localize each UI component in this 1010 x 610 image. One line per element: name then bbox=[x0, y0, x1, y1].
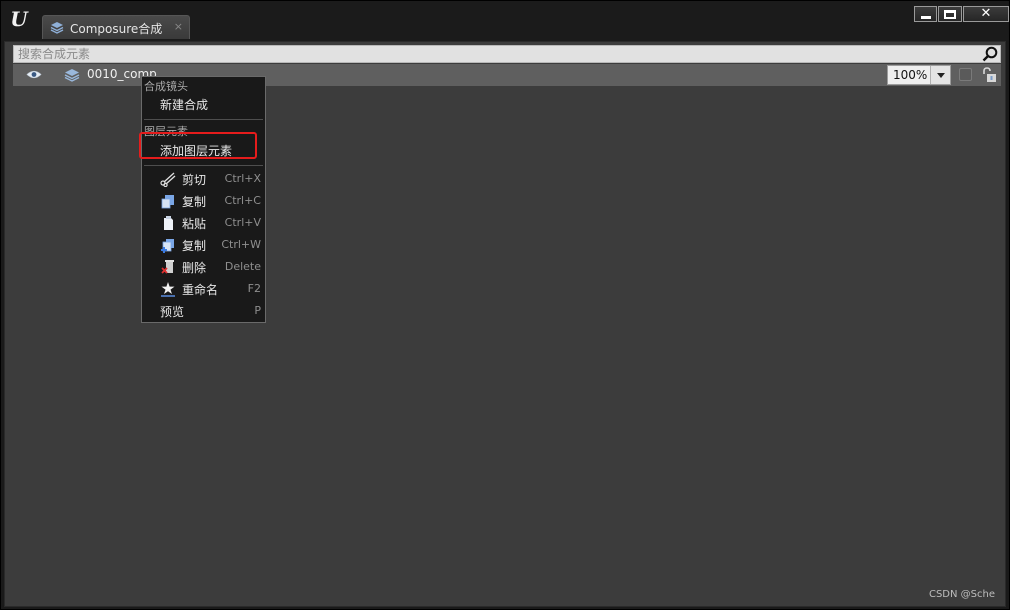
menu-item-shortcut: Ctrl+X bbox=[224, 172, 261, 185]
search-input[interactable] bbox=[18, 46, 978, 62]
zoom-value: 100% bbox=[893, 68, 928, 82]
menu-section-shot: 合成镜头 bbox=[144, 80, 188, 93]
menu-divider bbox=[144, 165, 263, 166]
menu-item-new-comp[interactable]: 新建合成 bbox=[142, 93, 265, 115]
tab-close-icon[interactable]: × bbox=[174, 20, 183, 33]
menu-item-shortcut: F2 bbox=[247, 282, 261, 295]
menu-item-preview[interactable]: 预览 P bbox=[142, 300, 265, 322]
chevron-down-icon[interactable] bbox=[930, 66, 950, 84]
minimize-icon bbox=[920, 15, 931, 19]
menu-item-duplicate[interactable]: 复制 Ctrl+W bbox=[142, 234, 265, 256]
highlight-box bbox=[139, 132, 257, 159]
menu-item-label: 复制 bbox=[182, 239, 207, 253]
menu-item-label: 复制 bbox=[182, 195, 207, 209]
menu-item-shortcut: Ctrl+V bbox=[224, 216, 261, 229]
title-bar[interactable]: U Composure合成 × ✕ bbox=[1, 1, 1009, 41]
unlock-icon[interactable] bbox=[981, 67, 997, 83]
watermark: CSDN @Sche bbox=[928, 589, 995, 600]
menu-item-cut[interactable]: 剪切 Ctrl+X bbox=[142, 168, 265, 190]
search-icon[interactable] bbox=[982, 46, 998, 62]
maximize-button[interactable] bbox=[938, 6, 962, 22]
menu-item-label: 新建合成 bbox=[160, 98, 209, 112]
menu-item-label: 预览 bbox=[160, 305, 185, 319]
enable-checkbox[interactable] bbox=[959, 68, 972, 81]
zoom-dropdown[interactable]: 100% bbox=[887, 65, 951, 85]
context-menu: 合成镜头 新建合成 图层元素 添加图层元素 剪切 Ctrl+X 复制 Ctrl+… bbox=[141, 76, 266, 323]
tab-composure[interactable]: Composure合成 × bbox=[42, 15, 190, 39]
close-icon: ✕ bbox=[980, 6, 992, 21]
layers-icon bbox=[64, 69, 80, 82]
menu-item-shortcut: Ctrl+C bbox=[224, 194, 261, 207]
layers-icon bbox=[50, 22, 64, 34]
menu-item-label: 粘贴 bbox=[182, 217, 207, 231]
menu-divider bbox=[144, 119, 263, 120]
menu-item-shortcut: P bbox=[254, 304, 261, 317]
delete-icon bbox=[161, 260, 174, 274]
minimize-button[interactable] bbox=[914, 6, 937, 22]
menu-item-delete[interactable]: 删除 Delete bbox=[142, 256, 265, 278]
unreal-logo-icon: U bbox=[10, 7, 28, 31]
paste-icon bbox=[164, 216, 173, 230]
menu-item-copy[interactable]: 复制 Ctrl+C bbox=[142, 190, 265, 212]
menu-item-rename[interactable]: 重命名 F2 bbox=[142, 278, 265, 300]
menu-item-label: 删除 bbox=[182, 261, 207, 275]
rename-icon bbox=[161, 282, 175, 297]
composure-window: U Composure合成 × ✕ 搜索合成元素 0010_comp 100% … bbox=[0, 0, 1010, 610]
copy-icon bbox=[161, 195, 174, 209]
menu-item-shortcut: Ctrl+W bbox=[221, 238, 261, 251]
close-window-button[interactable]: ✕ bbox=[963, 6, 1009, 22]
maximize-icon bbox=[944, 9, 956, 19]
menu-item-shortcut: Delete bbox=[224, 260, 261, 273]
menu-item-label: 剪切 bbox=[182, 173, 207, 187]
tab-title: Composure合成 bbox=[70, 22, 163, 36]
menu-item-paste[interactable]: 粘贴 Ctrl+V bbox=[142, 212, 265, 234]
duplicate-icon bbox=[161, 239, 174, 253]
window-controls: ✕ bbox=[914, 6, 1009, 22]
menu-item-label: 重命名 bbox=[182, 283, 219, 297]
search-box bbox=[13, 45, 1001, 63]
scissors-icon bbox=[160, 172, 176, 187]
eye-icon[interactable] bbox=[26, 69, 42, 80]
